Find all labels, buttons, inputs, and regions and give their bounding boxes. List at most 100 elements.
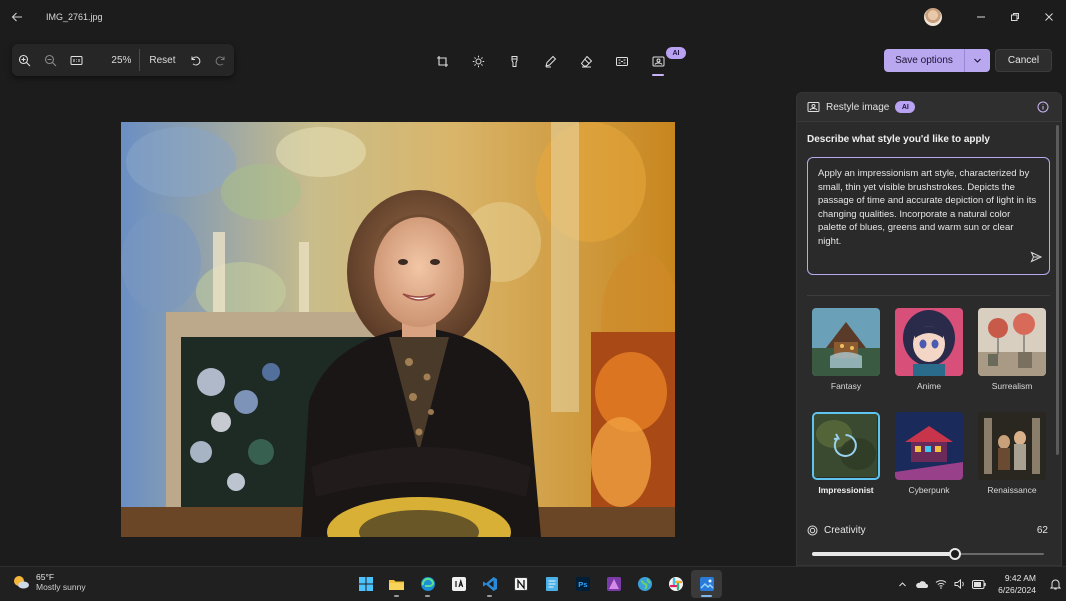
notifications-button[interactable] xyxy=(1044,578,1066,590)
taskbar-slack[interactable] xyxy=(660,570,691,598)
style-label: Impressionist xyxy=(818,485,874,495)
slider-fill xyxy=(812,552,955,556)
taskbar: 65°F Mostly sunny Ps 9:42 AM 6/26/2024 xyxy=(0,566,1066,600)
save-options-label: Save options xyxy=(895,55,953,66)
style-option-renaissance[interactable]: Renaissance xyxy=(978,412,1046,495)
clock-date: 6/26/2024 xyxy=(998,585,1036,595)
notepad-icon xyxy=(545,577,558,591)
info-button[interactable] xyxy=(1037,100,1049,118)
onedrive-button[interactable] xyxy=(912,580,931,589)
vscode-icon xyxy=(482,577,497,591)
photoshop-icon: Ps xyxy=(575,577,590,591)
slider-thumb[interactable] xyxy=(949,548,961,560)
bell-icon xyxy=(1049,579,1061,590)
weather-widget[interactable]: 65°F Mostly sunny xyxy=(12,572,86,592)
style-option-fantasy[interactable]: Fantasy xyxy=(812,308,880,391)
style-option-anime[interactable]: Anime xyxy=(895,308,963,391)
anime-thumbnail-image xyxy=(895,308,963,376)
svg-text:Ps: Ps xyxy=(578,580,587,589)
taskbar-edge[interactable] xyxy=(412,570,443,598)
adjust-tool-button[interactable] xyxy=(460,46,496,76)
ai-badge: AI xyxy=(666,47,686,59)
arrow-left-icon xyxy=(11,12,22,22)
windows-logo-icon xyxy=(358,577,373,591)
taskbar-notion[interactable] xyxy=(505,570,536,598)
restyled-portrait-image xyxy=(121,122,675,537)
send-button[interactable] xyxy=(1030,251,1043,268)
taskbar-vscode[interactable] xyxy=(474,570,505,598)
show-hidden-icons-button[interactable] xyxy=(893,580,912,589)
volume-button[interactable] xyxy=(950,579,969,589)
redo-button[interactable] xyxy=(208,44,234,76)
actual-size-button[interactable] xyxy=(63,44,89,76)
zoom-in-button[interactable] xyxy=(12,44,38,76)
style-label: Renaissance xyxy=(987,485,1037,495)
system-tray: 9:42 AM 6/26/2024 xyxy=(893,567,1066,601)
info-icon xyxy=(1037,101,1049,113)
wifi-button[interactable] xyxy=(931,579,950,589)
restore-button[interactable] xyxy=(998,0,1032,34)
style-option-surrealism[interactable]: Surrealism xyxy=(978,308,1046,391)
crop-tool-button[interactable] xyxy=(424,46,460,76)
style-option-cyberpunk[interactable]: Cyberpunk xyxy=(895,412,963,495)
creativity-label: Creativity xyxy=(824,524,866,536)
zoom-in-icon xyxy=(19,54,31,66)
reset-button[interactable]: Reset xyxy=(140,55,182,66)
actual-size-icon xyxy=(70,55,83,65)
restyle-icon xyxy=(652,56,664,66)
style-label: Surrealism xyxy=(991,381,1033,391)
brightness-icon xyxy=(472,55,484,67)
chevron-down-icon xyxy=(974,58,981,63)
taskbar-notepad[interactable] xyxy=(536,570,567,598)
zoom-out-icon xyxy=(45,54,57,66)
clock[interactable]: 9:42 AM 6/26/2024 xyxy=(998,572,1036,596)
fantasy-thumbnail-image xyxy=(812,308,880,376)
title-bar: IMG_2761.jpg xyxy=(0,0,1066,34)
creativity-icon xyxy=(807,525,818,535)
save-options-dropdown[interactable] xyxy=(965,56,990,65)
save-options-button[interactable]: Save options xyxy=(884,49,990,72)
impressionist-thumbnail-image xyxy=(814,414,877,477)
style-label: Anime xyxy=(916,381,942,391)
style-option-impressionist[interactable]: Impressionist xyxy=(812,412,880,495)
taskbar-ia-writer[interactable] xyxy=(443,570,474,598)
style-thumbnail xyxy=(895,412,963,480)
edit-toolbar xyxy=(424,46,676,76)
window-controls xyxy=(924,0,1066,34)
minimize-button[interactable] xyxy=(964,0,998,34)
back-button[interactable] xyxy=(0,0,34,34)
taskbar-file-explorer[interactable] xyxy=(381,570,412,598)
filter-tool-button[interactable] xyxy=(496,46,532,76)
redo-icon xyxy=(215,56,225,66)
battery-button[interactable] xyxy=(969,579,988,589)
notion-icon xyxy=(513,577,528,591)
cyberpunk-thumbnail-image xyxy=(895,412,963,480)
panel-header: Restyle image AI xyxy=(797,93,1061,122)
edge-icon xyxy=(420,577,435,591)
creativity-slider[interactable] xyxy=(812,548,1044,560)
photo-canvas[interactable] xyxy=(121,122,675,537)
start-button[interactable] xyxy=(350,570,381,598)
taskbar-globe-app[interactable] xyxy=(629,570,660,598)
background-tool-button[interactable] xyxy=(604,46,640,76)
style-prompt-input[interactable]: Apply an impressionism art style, charac… xyxy=(807,157,1050,275)
cancel-button[interactable]: Cancel xyxy=(995,49,1052,72)
close-button[interactable] xyxy=(1032,0,1066,34)
restyle-icon xyxy=(807,102,820,112)
send-icon xyxy=(1030,251,1043,263)
zoom-level[interactable]: 25% xyxy=(95,55,131,66)
file-name: IMG_2761.jpg xyxy=(46,12,103,22)
markup-tool-button[interactable] xyxy=(532,46,568,76)
weather-text: 65°F Mostly sunny xyxy=(36,572,86,592)
undo-button[interactable] xyxy=(183,44,209,76)
erase-tool-button[interactable] xyxy=(568,46,604,76)
taskbar-photos[interactable] xyxy=(691,570,722,598)
taskbar-photoshop[interactable]: Ps xyxy=(567,570,598,598)
avatar[interactable] xyxy=(924,8,942,26)
globe-icon xyxy=(637,577,652,591)
style-label: Fantasy xyxy=(830,381,862,391)
panel-scrollbar[interactable] xyxy=(1056,125,1059,455)
surrealism-thumbnail-image xyxy=(978,308,1046,376)
taskbar-affinity[interactable] xyxy=(598,570,629,598)
zoom-out-button[interactable] xyxy=(38,44,64,76)
